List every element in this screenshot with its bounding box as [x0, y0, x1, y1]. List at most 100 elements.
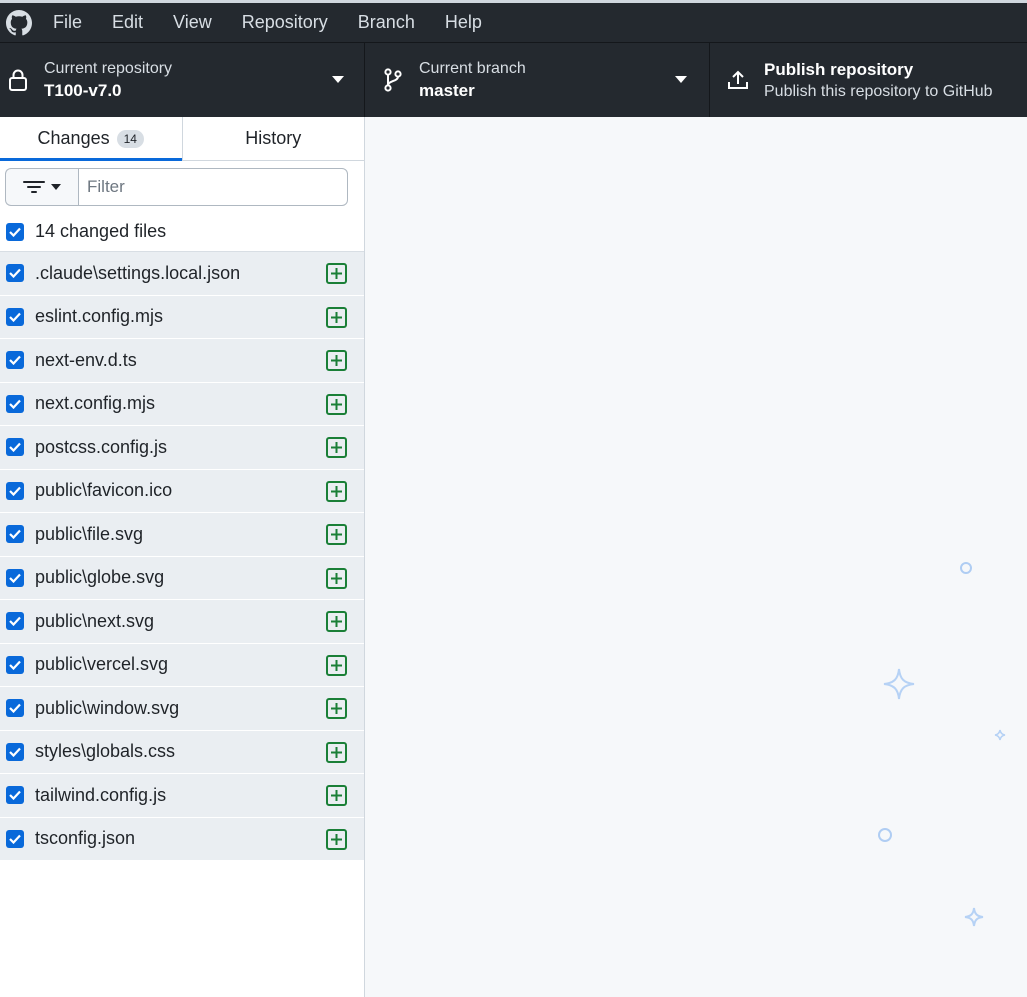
file-checkbox[interactable] — [6, 525, 24, 544]
menu-repository[interactable]: Repository — [227, 3, 343, 42]
file-row[interactable]: styles\globals.css — [0, 730, 364, 774]
publish-repository-button[interactable]: Publish repository Publish this reposito… — [710, 43, 1027, 117]
changes-sidebar: Changes 14 History 14 changed files .cla… — [0, 117, 365, 997]
select-all-row: 14 changed files — [0, 212, 364, 252]
changes-count-badge: 14 — [116, 129, 144, 148]
file-name: styles\globals.css — [35, 741, 176, 762]
decor-circle-icon — [878, 828, 892, 842]
file-row[interactable]: public\window.svg — [0, 687, 364, 731]
filter-row — [0, 161, 364, 212]
changed-files-list: .claude\settings.local.json eslint.config… — [0, 252, 364, 861]
main-panel — [366, 117, 1027, 997]
diff-added-icon — [326, 393, 347, 415]
file-row[interactable]: tsconfig.json — [0, 817, 364, 861]
file-name: postcss.config.js — [35, 436, 168, 457]
file-name: next.config.mjs — [35, 393, 156, 414]
file-row[interactable]: public\favicon.ico — [0, 469, 364, 513]
current-repository-button[interactable]: Current repository T100-v7.0 — [0, 43, 365, 117]
file-name: public\window.svg — [35, 697, 180, 718]
branch-chevron-down-icon — [675, 76, 687, 83]
file-name: public\next.svg — [35, 610, 155, 631]
toolbar: Current repository T100-v7.0 Current bra… — [0, 42, 1027, 117]
tab-history[interactable]: History — [183, 117, 365, 160]
tab-changes-label: Changes — [37, 128, 110, 148]
file-checkbox[interactable] — [6, 568, 24, 587]
file-row[interactable]: next-env.d.ts — [0, 339, 364, 383]
current-branch-button[interactable]: Current branch master — [365, 43, 710, 117]
publish-title: Publish repository — [764, 60, 914, 79]
diff-added-icon — [326, 741, 347, 763]
file-name: .claude\settings.local.json — [35, 262, 241, 283]
decor-circle-icon — [960, 562, 972, 574]
file-name: eslint.config.mjs — [35, 306, 164, 327]
file-name: next-env.d.ts — [35, 349, 137, 370]
menu-view[interactable]: View — [158, 3, 227, 42]
file-row[interactable]: public\file.svg — [0, 513, 364, 557]
file-checkbox[interactable] — [6, 699, 24, 718]
diff-added-icon — [326, 350, 347, 371]
filter-icon — [23, 181, 45, 193]
publish-subtitle: Publish this repository to GitHub — [764, 83, 993, 100]
git-branch-icon — [375, 68, 411, 92]
diff-added-icon — [326, 611, 347, 632]
upload-icon — [720, 69, 756, 91]
filter-input[interactable] — [78, 168, 348, 206]
file-checkbox[interactable] — [6, 829, 24, 848]
github-logo-icon — [0, 3, 38, 42]
file-checkbox[interactable] — [6, 264, 24, 283]
file-name: public\vercel.svg — [35, 654, 169, 675]
decor-small-sparkle-icon — [994, 729, 1006, 741]
file-checkbox[interactable] — [6, 481, 24, 500]
file-name: tsconfig.json — [35, 828, 136, 849]
file-checkbox[interactable] — [6, 351, 24, 370]
diff-added-icon — [326, 828, 347, 850]
file-checkbox[interactable] — [6, 438, 24, 457]
lock-icon — [0, 69, 36, 91]
file-row[interactable]: public\vercel.svg — [0, 643, 364, 687]
repository-text: Current repository T100-v7.0 — [44, 58, 172, 102]
file-checkbox[interactable] — [6, 394, 24, 413]
chevron-down-icon — [51, 184, 61, 190]
decor-sparkle-icon — [883, 668, 915, 700]
repository-chevron-down-icon — [332, 76, 344, 83]
menu-edit[interactable]: Edit — [97, 3, 158, 42]
branch-text: Current branch master — [419, 58, 526, 102]
repository-name: T100-v7.0 — [44, 81, 122, 100]
menu-bar: File Edit View Repository Branch Help — [0, 0, 1027, 42]
file-name: tailwind.config.js — [35, 784, 167, 805]
repository-label: Current repository — [44, 60, 173, 77]
diff-added-icon — [326, 524, 347, 545]
branch-name: master — [419, 81, 475, 100]
decor-sparkle-icon — [964, 907, 984, 927]
menu-help[interactable]: Help — [430, 3, 497, 42]
diff-added-icon — [326, 567, 347, 589]
diff-added-icon — [326, 263, 347, 284]
file-name: public\file.svg — [35, 523, 144, 544]
select-all-checkbox[interactable] — [6, 222, 24, 241]
select-all-label: 14 changed files — [35, 221, 167, 241]
file-checkbox[interactable] — [6, 742, 24, 761]
file-name: public\globe.svg — [35, 567, 165, 588]
menu-branch[interactable]: Branch — [343, 3, 430, 42]
file-row[interactable]: public\next.svg — [0, 600, 364, 644]
diff-added-icon — [326, 698, 347, 719]
file-row[interactable]: next.config.mjs — [0, 382, 364, 426]
file-checkbox[interactable] — [6, 655, 24, 674]
file-checkbox[interactable] — [6, 786, 24, 805]
tab-history-label: History — [245, 128, 302, 148]
diff-added-icon — [326, 480, 347, 502]
filter-options-button[interactable] — [5, 168, 78, 206]
tab-changes[interactable]: Changes 14 — [0, 117, 183, 161]
file-name: public\favicon.ico — [35, 480, 173, 501]
file-row[interactable]: eslint.config.mjs — [0, 295, 364, 339]
file-row[interactable]: .claude\settings.local.json — [0, 252, 364, 296]
file-checkbox[interactable] — [6, 307, 24, 326]
file-row[interactable]: public\globe.svg — [0, 556, 364, 600]
file-row[interactable]: postcss.config.js — [0, 426, 364, 470]
file-row[interactable]: tailwind.config.js — [0, 774, 364, 818]
file-checkbox[interactable] — [6, 612, 24, 631]
branch-label: Current branch — [419, 60, 526, 77]
menu-file[interactable]: File — [38, 3, 97, 42]
diff-added-icon — [326, 654, 347, 676]
diff-added-icon — [326, 306, 347, 328]
